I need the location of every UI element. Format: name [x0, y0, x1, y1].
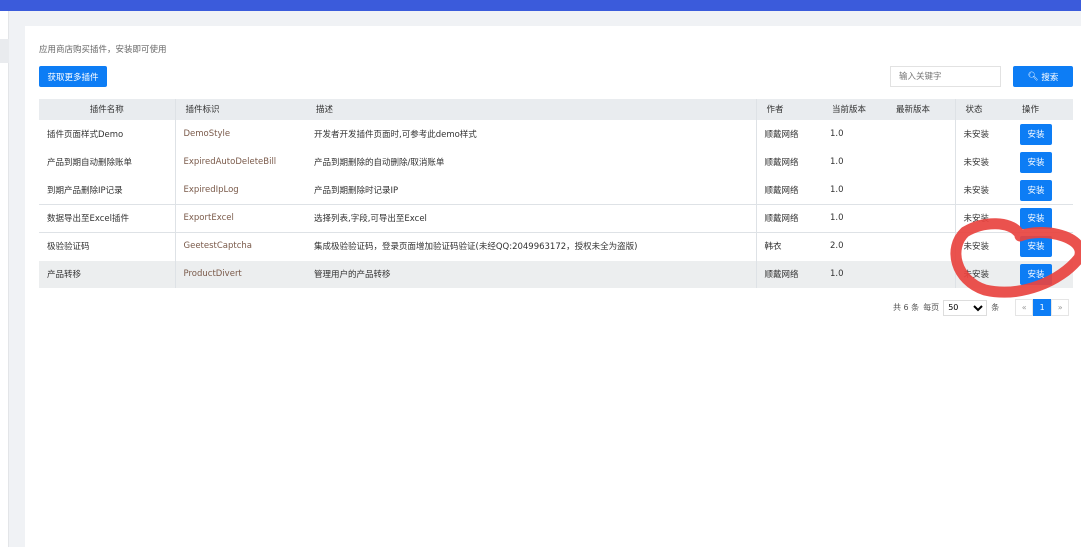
action-cell: 安装	[1012, 259, 1073, 288]
col-name: 插件名称	[39, 99, 176, 120]
plugin-name: 到期产品删除IP记录	[39, 175, 176, 204]
plugin-author: 顺戴网络	[756, 259, 822, 288]
install-button[interactable]: 安装	[1020, 179, 1052, 201]
install-button[interactable]: 安装	[1020, 235, 1052, 257]
plugin-latest	[886, 231, 956, 260]
install-button[interactable]: 安装	[1020, 263, 1052, 285]
plugin-id: ExpiredIpLog	[175, 175, 306, 204]
plugin-author: 顺戴网络	[756, 203, 822, 232]
prev-page-button[interactable]: «	[1015, 299, 1034, 316]
plugin-desc: 开发者开发插件页面时,可参考此demo样式	[306, 119, 757, 148]
plugin-version: 1.0	[822, 259, 886, 288]
page-1-button[interactable]: 1	[1033, 299, 1052, 316]
table-row: 数据导出至Excel插件 ExportExcel 选择列表,字段,可导出至Excel…	[39, 203, 1073, 232]
plugin-name: 插件页面样式Demo	[39, 119, 176, 148]
per-page-label: 每页	[923, 303, 940, 312]
per-page-unit: 条	[991, 303, 1000, 312]
plugin-id: DemoStyle	[175, 119, 306, 148]
col-id: 插件标识	[175, 99, 306, 120]
plugin-table: 插件名称 插件标识 描述 作者 当前版本 最新版本 状态 操作 插件页面样式De…	[39, 99, 1073, 288]
col-author: 作者	[756, 99, 822, 120]
action-cell: 安装	[1012, 231, 1073, 260]
pagination: 共 6 条 每页 50 条 « 1 »	[893, 299, 1070, 316]
install-button[interactable]: 安装	[1020, 123, 1052, 145]
search-input[interactable]	[890, 66, 1001, 87]
action-cell: 安装	[1012, 175, 1073, 204]
plugin-status: 未安装	[955, 119, 1012, 148]
col-latest: 最新版本	[886, 99, 956, 120]
per-page-select[interactable]: 50	[943, 299, 988, 316]
plugin-id: ExpiredAutoDeleteBill	[175, 147, 306, 176]
plugin-version: 1.0	[822, 175, 886, 204]
table-row: 产品转移 ProductDivert 管理用户的产品转移 顺戴网络 1.0 未安装 安装	[39, 259, 1073, 288]
plugin-desc: 选择列表,字段,可导出至Excel	[306, 203, 757, 232]
col-status: 状态	[955, 99, 1012, 120]
plugin-version: 1.0	[822, 203, 886, 232]
plugin-desc: 产品到期删除的自动删除/取消账单	[306, 147, 757, 176]
plugin-name: 产品到期自动删除账单	[39, 147, 176, 176]
plugin-latest	[886, 147, 956, 176]
plugin-status: 未安装	[955, 203, 1012, 232]
plugin-author: 顺戴网络	[756, 119, 822, 148]
col-version: 当前版本	[822, 99, 886, 120]
table-row: 到期产品删除IP记录 ExpiredIpLog 产品到期删除时记录IP 顺戴网络 1.0…	[39, 175, 1073, 204]
plugin-version: 1.0	[822, 147, 886, 176]
plugin-desc: 管理用户的产品转移	[306, 259, 757, 288]
plugin-latest	[886, 119, 956, 148]
col-action: 操作	[1012, 99, 1073, 120]
action-cell: 安装	[1012, 147, 1073, 176]
plugin-desc: 产品到期删除时记录IP	[306, 175, 757, 204]
action-cell: 安装	[1012, 119, 1073, 148]
table-row: 插件页面样式Demo DemoStyle 开发者开发插件页面时,可参考此demo样式…	[39, 119, 1073, 148]
install-button[interactable]: 安装	[1020, 151, 1052, 173]
plugin-author: 顺戴网络	[756, 147, 822, 176]
plugin-status: 未安装	[955, 259, 1012, 288]
plugin-author: 韩衣	[756, 231, 822, 260]
top-bar	[0, 0, 1081, 11]
total-count: 共 6 条	[893, 303, 920, 312]
plugin-version: 1.0	[822, 119, 886, 148]
search-label: 搜索	[1041, 72, 1059, 83]
table-row: 产品到期自动删除账单 ExpiredAutoDeleteBill 产品到期删除的自动…	[39, 147, 1073, 176]
plugin-latest	[886, 259, 956, 288]
plugin-status: 未安装	[955, 231, 1012, 260]
plugin-version: 2.0	[822, 231, 886, 260]
table-row: 极验验证码 GeetestCaptcha 集成极验验证码，登录页面增加验证码验证(未…	[39, 231, 1073, 260]
plugin-latest	[886, 203, 956, 232]
plugin-latest	[886, 175, 956, 204]
plugin-status: 未安装	[955, 175, 1012, 204]
page-hint: 应用商店购买插件，安装即可使用	[39, 45, 167, 55]
next-page-button[interactable]: »	[1051, 299, 1070, 316]
plugin-desc: 集成极验验证码，登录页面增加验证码验证(未经QQ:2049963172，授权未全…	[306, 231, 757, 260]
action-cell: 安装	[1012, 203, 1073, 232]
search-button[interactable]: 🔍︎ 搜索	[1013, 66, 1073, 87]
plugin-name: 产品转移	[39, 259, 176, 288]
plugin-name: 数据导出至Excel插件	[39, 203, 176, 232]
sidebar	[0, 11, 9, 547]
install-button[interactable]: 安装	[1020, 207, 1052, 229]
plugin-id: GeetestCaptcha	[175, 231, 306, 260]
get-more-plugins-button[interactable]: 获取更多插件	[39, 66, 107, 87]
plugin-name: 极验验证码	[39, 231, 176, 260]
plugin-status: 未安装	[955, 147, 1012, 176]
sidebar-item-active[interactable]	[0, 39, 9, 63]
plugin-id: ProductDivert	[175, 259, 306, 288]
plugin-id: ExportExcel	[175, 203, 306, 232]
col-desc: 描述	[306, 99, 757, 120]
plugin-author: 顺戴网络	[756, 175, 822, 204]
search-icon: 🔍︎	[1027, 71, 1039, 82]
